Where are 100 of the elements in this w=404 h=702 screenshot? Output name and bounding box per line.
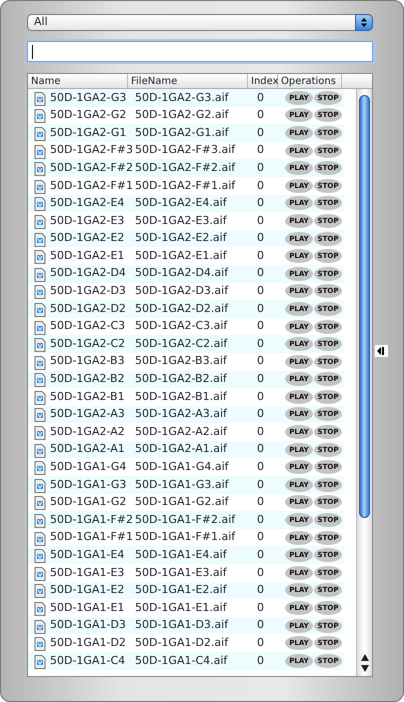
index-cell-text: 0: [256, 195, 265, 212]
index-cell-text: 0: [256, 476, 265, 493]
filename-cell-text: 50D-1GA1-E3.aif: [134, 564, 228, 581]
filename-cell-text: 50D-1GA2-E2.aif: [134, 230, 228, 246]
audio-file-icon: [34, 601, 46, 616]
name-cell-text: 50D-1GA2-B2: [50, 371, 126, 388]
filename-cell-text: 50D-1GA1-G3.aif: [134, 476, 230, 493]
search-field[interactable]: [27, 41, 373, 62]
filename-cell-text: 50D-1GA1-F#2.aif: [134, 512, 236, 528]
name-cell-text: 50D-1GA2-B3: [50, 353, 126, 370]
filename-cell-text: 50D-1GA2-A1.aif: [134, 441, 228, 458]
dropdown-arrows-icon: [355, 14, 373, 31]
index-cell-text: 0: [256, 160, 265, 176]
name-cell-text: 50D-1GA2-G3: [50, 90, 128, 106]
filename-cell-text: 50D-1GA2-D2.aif: [134, 300, 230, 317]
audio-file-icon: [34, 178, 46, 193]
filename-cell-text: 50D-1GA2-A2.aif: [134, 424, 228, 440]
audio-file-icon: [34, 354, 46, 369]
index-cell-text: 0: [256, 459, 265, 476]
index-cell-text: 0: [256, 406, 265, 422]
filename-cell-text: 50D-1GA2-E4.aif: [134, 195, 228, 212]
audio-file-icon: [34, 196, 46, 210]
audio-file-icon: [34, 618, 46, 633]
scroll-up-icon[interactable]: [358, 653, 372, 663]
filename-cell-text: 50D-1GA2-D3.aif: [134, 283, 230, 300]
index-cell-text: 0: [256, 230, 265, 246]
filename-cell-text: 50D-1GA1-D2.aif: [134, 634, 230, 651]
index-cell-text: 0: [256, 652, 265, 669]
audio-file-icon: [34, 284, 46, 298]
index-cell-text: 0: [256, 265, 265, 282]
audio-file-icon: [34, 513, 46, 528]
index-cell-text: 0: [256, 388, 265, 405]
filename-cell-text: 50D-1GA2-D4.aif: [134, 265, 230, 282]
filename-cell-text: 50D-1GA1-C4.aif: [134, 652, 228, 669]
audio-file-icon: [34, 302, 46, 316]
index-cell-text: 0: [256, 300, 265, 317]
scrollbar[interactable]: [356, 89, 372, 676]
name-cell-text: 50D-1GA2-E4: [50, 195, 126, 212]
name-cell-text: 50D-1GA2-G2: [50, 107, 128, 124]
audio-file-icon: [34, 636, 46, 650]
index-cell-text: 0: [256, 494, 265, 510]
filename-cell-text: 50D-1GA2-E1.aif: [134, 248, 228, 264]
drawer-handle-icon[interactable]: [375, 345, 388, 357]
name-cell-text: 50D-1GA1-F#1: [50, 529, 134, 546]
name-cell-text: 50D-1GA1-G3: [50, 476, 128, 493]
audio-file-icon: [34, 249, 46, 264]
name-cell-text: 50D-1GA2-E1: [50, 248, 126, 264]
name-cell-text: 50D-1GA2-F#1: [50, 178, 134, 194]
scroll-down-icon[interactable]: [358, 664, 372, 674]
index-cell-text: 0: [256, 283, 265, 300]
audio-file-icon: [34, 478, 46, 492]
name-cell-text: 50D-1GA1-F#2: [50, 512, 134, 528]
name-cell-text: 50D-1GA1-G2: [50, 494, 128, 510]
index-cell-text: 0: [256, 336, 265, 352]
name-cell-text: 50D-1GA2-C2: [50, 336, 126, 352]
name-cell-text: 50D-1GA2-E2: [50, 230, 126, 246]
filename-cell-text: 50D-1GA2-G3.aif: [134, 90, 230, 106]
audio-file-icon: [34, 548, 46, 562]
audio-file-icon: [34, 425, 46, 440]
audio-file-icon: [34, 214, 46, 228]
name-cell-text: 50D-1GA1-E2: [50, 582, 126, 598]
filename-cell-text: 50D-1GA2-B1.aif: [134, 388, 228, 405]
audio-file-icon: [34, 372, 46, 386]
name-cell-text: 50D-1GA2-B1: [50, 388, 126, 405]
filename-cell-text: 50D-1GA2-B3.aif: [134, 353, 228, 370]
name-cell-text: 50D-1GA1-G4: [50, 459, 128, 476]
name-cell-text: 50D-1GA2-A2: [50, 424, 126, 440]
audio-file-icon: [34, 108, 46, 122]
filename-cell-text: 50D-1GA2-F#2.aif: [134, 160, 236, 176]
index-cell-text: 0: [256, 424, 265, 440]
filename-cell-text: 50D-1GA2-B2.aif: [134, 371, 228, 388]
index-cell-text: 0: [256, 124, 265, 141]
filter-dropdown[interactable]: All: [27, 14, 373, 31]
audio-file-icon: [34, 442, 46, 457]
filename-cell-text: 50D-1GA1-G4.aif: [134, 459, 230, 476]
audio-file-icon: [34, 583, 46, 598]
index-cell-text: 0: [256, 529, 265, 546]
filename-cell-text: 50D-1GA2-F#3.aif: [134, 142, 236, 158]
filename-cell-text: 50D-1GA2-C2.aif: [134, 336, 228, 352]
filename-cell-text: 50D-1GA2-A3.aif: [134, 406, 228, 422]
index-cell-text: 0: [256, 353, 265, 370]
audio-file-icon: [34, 390, 46, 404]
index-cell-text: 0: [256, 248, 265, 264]
audio-file-icon: [34, 266, 46, 281]
index-cell-text: 0: [256, 546, 265, 563]
name-cell-text: 50D-1GA2-A3: [50, 406, 126, 422]
index-cell-text: 0: [256, 212, 265, 229]
audio-file-icon: [34, 232, 46, 246]
filename-cell-text: 50D-1GA2-C3.aif: [134, 318, 228, 334]
column-header[interactable]: Operations: [278, 74, 342, 88]
column-header[interactable]: Index: [248, 74, 278, 88]
name-cell-text: 50D-1GA2-D2: [50, 300, 127, 317]
filename-cell-text: 50D-1GA1-E2.aif: [134, 582, 228, 598]
index-cell-text: 0: [256, 512, 265, 528]
name-cell-text: 50D-1GA1-E3: [50, 564, 126, 581]
index-cell-text: 0: [256, 617, 265, 634]
column-header[interactable]: Name: [28, 74, 128, 88]
index-cell-text: 0: [256, 634, 265, 651]
name-cell-text: 50D-1GA2-D3: [50, 283, 127, 300]
column-header[interactable]: FileName: [128, 74, 248, 88]
